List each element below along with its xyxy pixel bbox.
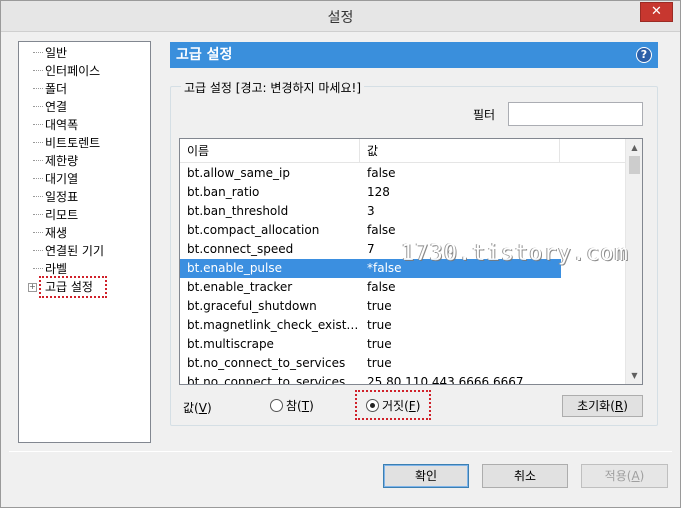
ok-button[interactable]: 확인 [383, 464, 469, 488]
expand-icon[interactable]: + [28, 283, 37, 292]
list-header: 이름 값 [180, 139, 626, 163]
table-row[interactable]: bt.no_connect_to_services true [180, 354, 626, 373]
table-row[interactable]: bt.allow_same_ip false [180, 164, 626, 183]
filter-input[interactable] [508, 102, 643, 126]
tree-item-connection[interactable]: 연결 [33, 98, 67, 116]
table-row-selected[interactable]: bt.enable_pulse *false [180, 259, 561, 278]
panel-title: 고급 설정 [176, 47, 233, 63]
scroll-thumb[interactable] [629, 156, 640, 174]
window-title: 설정 [327, 10, 354, 26]
radio-true[interactable]: 참(T) [270, 398, 314, 414]
column-value[interactable]: 값 [360, 139, 560, 163]
apply-button[interactable]: 적용(A) [581, 464, 668, 488]
panel-header: 고급 설정 ? [170, 42, 658, 68]
radio-false-highlight [355, 390, 431, 420]
help-icon[interactable]: ? [636, 47, 652, 63]
table-row[interactable]: bt.enable_tracker false [180, 278, 626, 297]
scroll-up-icon[interactable]: ▲ [626, 139, 642, 156]
table-row[interactable]: bt.ban_threshold 3 [180, 202, 626, 221]
settings-window: 설정 ✕ 일반 인터페이스 폴더 연결 대역폭 비트토렌트 제한량 대기열 일정… [0, 0, 681, 508]
filter-label: 필터 [473, 108, 496, 122]
list-scrollbar[interactable]: ▲ ▼ [625, 139, 642, 384]
tree-item-transfer-cap[interactable]: 제한량 [33, 152, 78, 170]
close-button[interactable]: ✕ [640, 2, 673, 22]
reset-button[interactable]: 초기화(R) [562, 395, 643, 417]
tree-item-queueing[interactable]: 대기열 [33, 170, 78, 188]
tree-item-playback[interactable]: 재생 [33, 224, 67, 242]
tree-item-general[interactable]: 일반 [33, 44, 67, 62]
column-name[interactable]: 이름 [180, 139, 360, 163]
scroll-down-icon[interactable]: ▼ [626, 367, 642, 384]
close-icon: ✕ [651, 4, 662, 19]
tree-item-folders[interactable]: 폴더 [33, 80, 67, 98]
group-legend: 고급 설정 [경고: 변경하지 마세요!] [181, 79, 364, 96]
table-row[interactable]: bt.ban_ratio 128 [180, 183, 626, 202]
table-row[interactable]: bt.magnetlink_check_existing_...true [180, 316, 626, 335]
tree-item-bittorrent[interactable]: 비트토렌트 [33, 134, 100, 152]
tree-item-scheduler[interactable]: 일정표 [33, 188, 78, 206]
table-row[interactable]: bt.multiscrape true [180, 335, 626, 354]
radio-true-circle[interactable] [270, 399, 283, 412]
value-label: 값(V) [183, 401, 212, 415]
table-row[interactable]: bt.graceful_shutdown true [180, 297, 626, 316]
settings-tree[interactable]: 일반 인터페이스 폴더 연결 대역폭 비트토렌트 제한량 대기열 일정표 리모트… [18, 41, 151, 443]
footer-divider [9, 451, 672, 452]
settings-list[interactable]: 이름 값 bt.allow_same_ip false bt.ban_ratio 1… [179, 138, 643, 385]
tree-item-paired-devices[interactable]: 연결된 기기 [33, 242, 104, 260]
table-row[interactable]: bt.compact_allocation false [180, 221, 626, 240]
tree-item-remote[interactable]: 리모트 [33, 206, 78, 224]
tree-selection-highlight [39, 276, 107, 298]
tree-item-interface[interactable]: 인터페이스 [33, 62, 100, 80]
tree-item-bandwidth[interactable]: 대역폭 [33, 116, 78, 134]
title-bar: 설정 ✕ [1, 1, 680, 32]
cancel-button[interactable]: 취소 [482, 464, 568, 488]
table-row[interactable]: bt.no_connect_to_services_list 25,80,110,… [180, 373, 626, 384]
table-row[interactable]: bt.connect_speed 7 [180, 240, 626, 259]
